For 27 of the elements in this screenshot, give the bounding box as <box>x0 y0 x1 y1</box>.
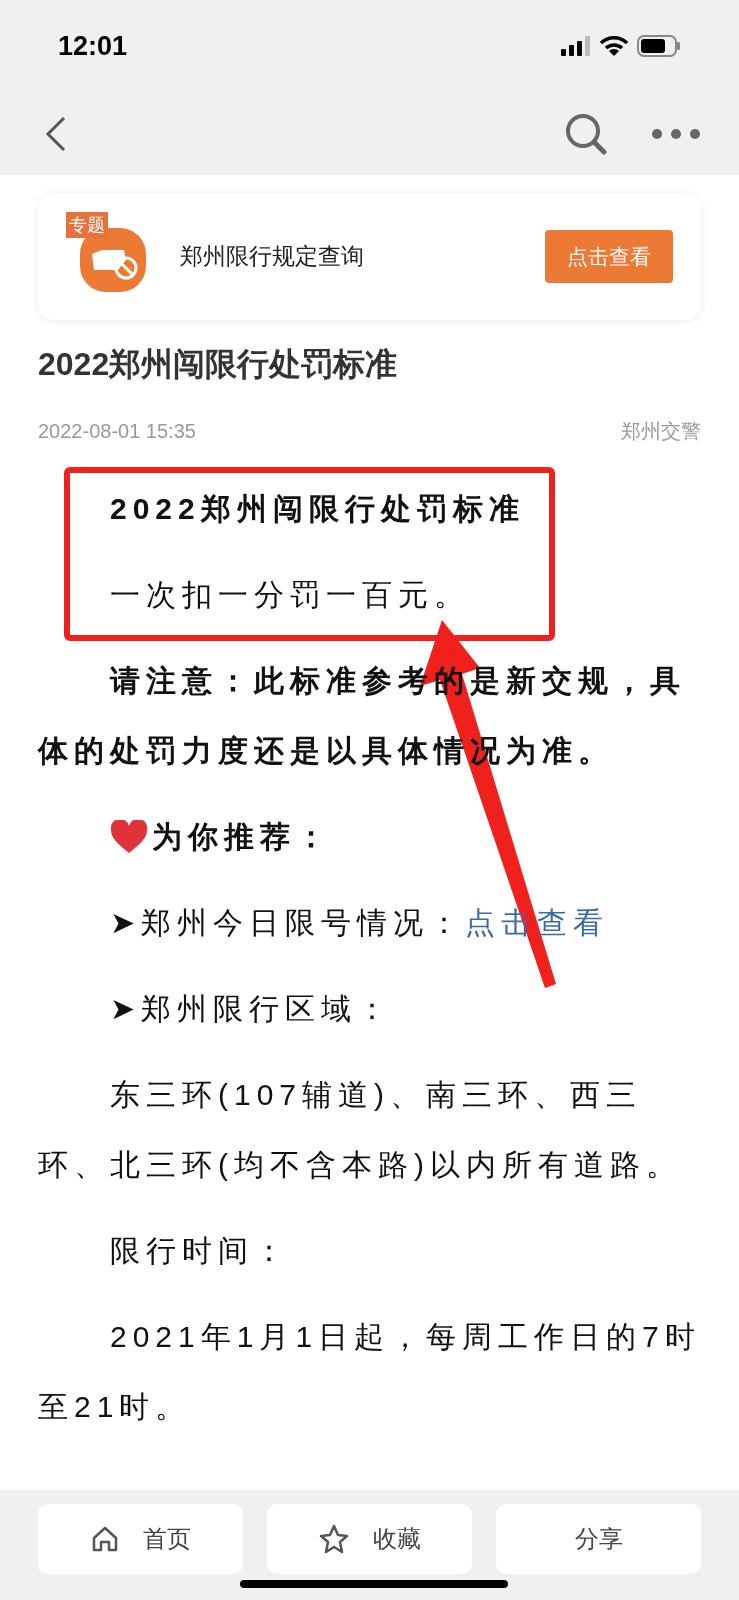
paragraph: 东三环(107辅道)、南三环、西三环、北三环(均不含本路)以内所有道路。 <box>38 1077 683 1183</box>
battery-icon <box>637 35 681 57</box>
paragraph: 一次扣一分罚一百元。 <box>109 577 471 613</box>
topic-title: 郑州限行规定查询 <box>180 242 365 272</box>
home-icon <box>90 1525 119 1553</box>
star-icon <box>318 1524 349 1554</box>
article-source: 郑州交警 <box>621 419 701 444</box>
tab-button[interactable]: 首页 <box>38 1504 243 1574</box>
paragraph: 2021年1月1日起，每周工作日的7时至21时。 <box>38 1319 701 1425</box>
article-date: 2022-08-01 15:35 <box>38 419 196 444</box>
tab-button[interactable]: 收藏 <box>267 1504 472 1574</box>
section-heading: 为你推荐： <box>152 819 332 855</box>
search-icon[interactable] <box>565 112 607 155</box>
more-icon[interactable] <box>651 127 701 140</box>
paragraph: ➤郑州限行区域： <box>109 991 394 1027</box>
signal-icon <box>561 36 591 56</box>
back-icon[interactable] <box>45 115 67 152</box>
wifi-icon <box>599 35 629 57</box>
status-time: 12:01 <box>58 29 128 63</box>
tab-button[interactable]: 分享 <box>496 1504 701 1574</box>
paragraph-label: ➤郑州今日限号情况： <box>110 906 465 939</box>
heart-icon <box>110 820 148 854</box>
article-title: 2022郑州闯限行处罚标准 <box>38 345 399 384</box>
paragraph: 限行时间： <box>109 1233 291 1269</box>
paragraph: 2022郑州闯限行处罚标准 <box>109 491 526 527</box>
topic-badge: 专题 <box>66 211 108 238</box>
topic-card[interactable]: 专题 郑州限行规定查询 点击查看 <box>38 193 701 320</box>
